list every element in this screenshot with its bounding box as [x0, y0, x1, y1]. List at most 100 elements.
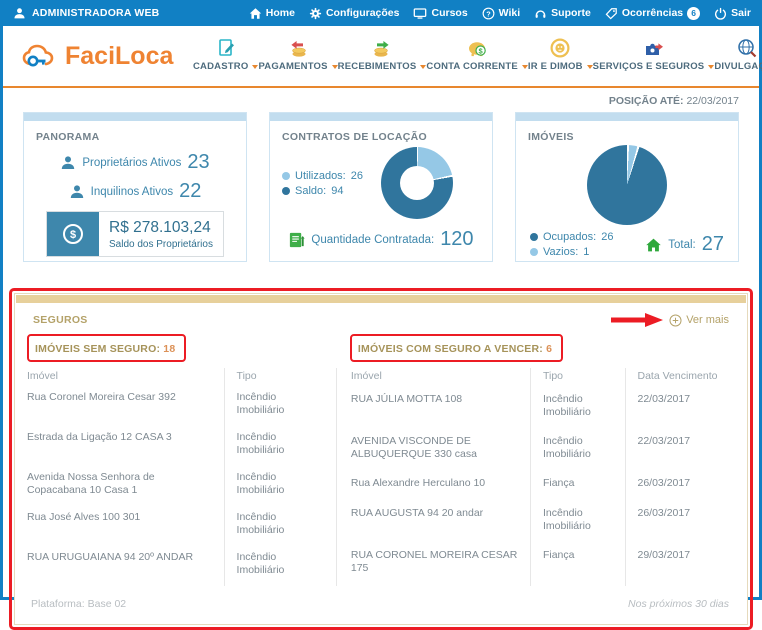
question-icon: ?: [482, 7, 495, 20]
contratos-legend: Utilizados: 26 Saldo: 94: [282, 170, 363, 197]
sem-seguro-annotation-box: IMÓVEIS SEM SEGURO: 18: [27, 334, 186, 362]
coins-arrow-left-icon: [287, 38, 309, 58]
column-header: Data Vencimento: [625, 368, 729, 388]
table-row-imovel: Avenida Nossa Senhora de Copacabana 10 C…: [27, 466, 224, 506]
a-vencer-subtitle: IMÓVEIS COM SEGURO A VENCER: 6: [358, 343, 552, 355]
legend-ocupados: Ocupados: 26: [530, 231, 613, 243]
tag-icon: [605, 7, 618, 20]
occurrences-badge: 6: [687, 7, 700, 20]
nav-item-conta-corrente[interactable]: $ CONTA CORRENTE: [426, 38, 527, 72]
house-icon: [645, 237, 662, 253]
table-row-imovel: Rua Coronel Moreira Cesar 392: [27, 386, 224, 426]
panel-top-strip: [270, 113, 492, 121]
dollar-circle-icon: $: [47, 212, 99, 256]
main-nav: CADASTRO PAGAMENTOS RECEBIMENTOS $ CONTA…: [189, 34, 762, 78]
home-icon: [249, 7, 262, 20]
nav-item-divulgacao[interactable]: DIVULGAÇÃO: [714, 38, 762, 72]
svg-text:$: $: [70, 229, 76, 241]
nav-item-servicos-e-seguros[interactable]: SERVIÇOS E SEGUROS: [593, 38, 715, 72]
table-row-tipo: Fiança: [530, 472, 625, 501]
globe-icon: [737, 38, 757, 58]
logged-user[interactable]: ADMINISTRADORA WEB: [13, 7, 159, 20]
legend-dot-light: [530, 248, 538, 256]
table-row-data: 26/03/2017: [625, 472, 729, 501]
coins-arrow-right-icon: [371, 38, 393, 58]
column-header: Imóvel: [27, 368, 224, 386]
contracts-total-row: Quantidade Contratada: 120: [282, 228, 480, 251]
table-row-tipo: Incêndio Imobiliário: [530, 502, 625, 544]
topbar-item-wiki[interactable]: ? Wiki: [482, 7, 521, 20]
stat-proprietarios: Proprietários Ativos 23: [60, 151, 209, 174]
table-row-tipo: Incêndio Imobiliário: [224, 546, 336, 586]
puzzle-icon: [643, 38, 664, 58]
table-row-data: 29/03/2017: [625, 544, 729, 586]
panel-title: PANORAMA: [36, 131, 234, 143]
topbar-item-sair[interactable]: Sair: [714, 7, 751, 20]
topbar-item-cursos[interactable]: Cursos: [413, 7, 467, 20]
properties-pie-chart: [587, 145, 667, 225]
user-icon: [13, 7, 26, 20]
position-date: 22/03/2017: [686, 95, 739, 107]
owners-balance-amount: R$ 278.103,24: [109, 219, 213, 237]
circle-plus-icon: [669, 314, 682, 327]
topbar-item-configuracoes[interactable]: Configurações: [309, 7, 400, 20]
nav-item-ir-e-dimob[interactable]: IR E DIMOB: [528, 38, 593, 72]
owners-balance-label: Saldo dos Proprietários: [109, 239, 213, 250]
seguros-panel: SEGUROS Ver mais IMÓVEIS SEM SEGURO:: [14, 293, 748, 625]
contracts-donut-chart: [381, 147, 453, 219]
cloud-key-logo-icon: [21, 40, 61, 72]
a-vencer-count: 6: [546, 343, 552, 355]
person-icon: [60, 155, 76, 171]
seguros-annotation-border: SEGUROS Ver mais IMÓVEIS SEM SEGURO:: [9, 288, 753, 630]
monitor-icon: [413, 7, 427, 20]
table-row-tipo: Incêndio Imobiliário: [224, 386, 336, 426]
table-row-tipo: Incêndio Imobiliário: [224, 466, 336, 506]
topbar-menu: Home Configurações Cursos ? Wiki Suporte…: [249, 7, 751, 20]
table-row-tipo: Fiança: [530, 544, 625, 586]
sem-seguro-subtitle: IMÓVEIS SEM SEGURO: 18: [35, 343, 175, 355]
table-row-imovel: Rua José Alves 100 301: [27, 506, 224, 546]
sem-seguro-count: 18: [163, 343, 175, 355]
nav-item-recebimentos[interactable]: RECEBIMENTOS: [338, 38, 427, 72]
logo-text: FaciLoca: [65, 42, 173, 71]
nav-item-pagamentos[interactable]: PAGAMENTOS: [258, 38, 337, 72]
power-icon: [714, 7, 727, 20]
topbar-item-home[interactable]: Home: [249, 7, 295, 20]
person-icon: [69, 184, 85, 200]
dashboard-panels: PANORAMA Proprietários Ativos 23 Inquili…: [3, 112, 759, 262]
panel-imoveis: IMÓVEIS Ocupados: 26 Vazios: 1 Total: 27: [515, 112, 739, 262]
topbar: ADMINISTRADORA WEB Home Configurações Cu…: [3, 0, 759, 26]
topbar-item-suporte[interactable]: Suporte: [534, 7, 591, 20]
app-logo[interactable]: FaciLoca: [21, 40, 189, 72]
panel-title: IMÓVEIS: [528, 131, 726, 143]
lion-badge-icon: [550, 38, 570, 58]
table-row-imovel: RUA AUGUSTA 94 20 andar: [351, 502, 530, 544]
table-row-imovel: Rua Alexandre Herculano 10: [351, 472, 530, 501]
legend-dot-dark: [530, 233, 538, 241]
annotation-arrow-icon: [611, 312, 663, 328]
position-label: POSIÇÃO ATÉ:: [609, 95, 684, 107]
panel-top-strip: [24, 113, 246, 121]
legend-saldo: Saldo: 94: [282, 185, 363, 197]
a-vencer-table: Imóvel Tipo Data Vencimento RUA JÚLIA MO…: [336, 368, 729, 586]
panel-contratos: CONTRATOS DE LOCAÇÃO Utilizados: 26 Sald…: [269, 112, 493, 262]
piggy-bank-icon: $: [467, 38, 488, 58]
column-header: Tipo: [530, 368, 625, 388]
table-row-data: 22/03/2017: [625, 388, 729, 430]
topbar-item-ocorrencias[interactable]: Ocorrências 6: [605, 7, 700, 20]
table-row-tipo: Incêndio Imobiliário: [530, 430, 625, 472]
legend-dot-dark: [282, 187, 290, 195]
table-row-imovel: RUA URUGUAIANA 94 20º ANDAR: [27, 546, 224, 586]
table-row-tipo: Incêndio Imobiliário: [530, 388, 625, 430]
document-edit-icon: [216, 38, 236, 58]
seguros-title: SEGUROS: [33, 314, 88, 326]
a-vencer-annotation-box: IMÓVEIS COM SEGURO A VENCER: 6: [350, 334, 563, 362]
table-row-imovel: Estrada da Ligação 12 CASA 3: [27, 426, 224, 466]
gear-icon: [309, 7, 322, 20]
legend-utilizados: Utilizados: 26: [282, 170, 363, 182]
table-row-tipo: Incêndio Imobiliário: [224, 426, 336, 466]
nav-item-cadastro[interactable]: CADASTRO: [193, 38, 258, 72]
panel-panorama: PANORAMA Proprietários Ativos 23 Inquili…: [23, 112, 247, 262]
position-date-row: POSIÇÃO ATÉ: 22/03/2017: [3, 88, 759, 112]
ver-mais-link[interactable]: Ver mais: [669, 314, 729, 327]
